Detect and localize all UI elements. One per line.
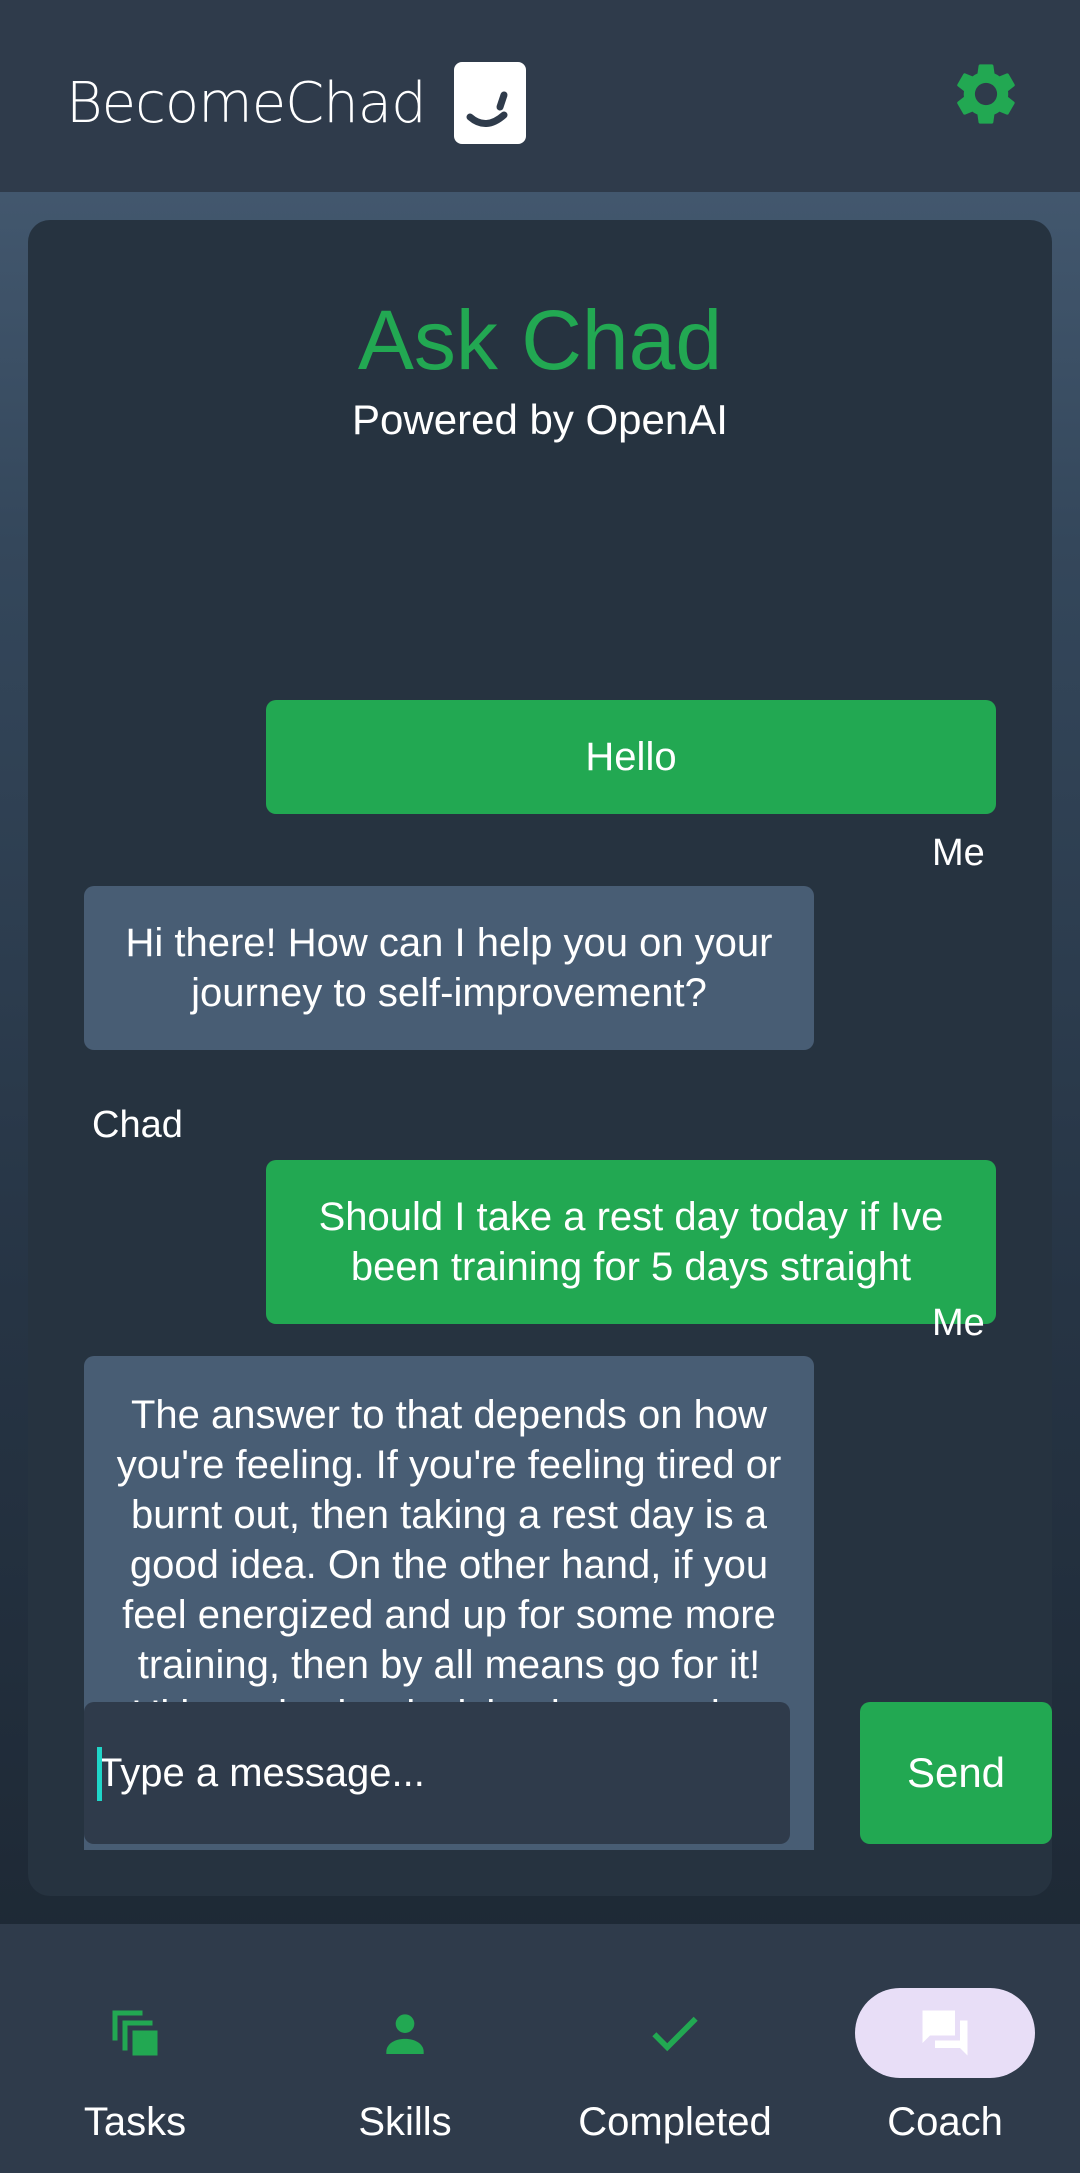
nav-label: Coach bbox=[887, 2100, 1003, 2144]
sender-label: Chad bbox=[92, 1104, 183, 1146]
brand: BecomeChad bbox=[66, 62, 526, 144]
nav-item-completed[interactable]: Completed bbox=[540, 1924, 810, 2173]
brand-name: BecomeChad bbox=[66, 70, 427, 136]
chat-subtitle: Powered by OpenAI bbox=[352, 396, 728, 443]
nav-item-tasks[interactable]: Tasks bbox=[0, 1924, 270, 2173]
message-list[interactable]: Hello Me Hi there! How can I help you on… bbox=[28, 480, 1052, 1850]
smile-logo-icon bbox=[453, 62, 526, 144]
tasks-icon bbox=[112, 2010, 158, 2056]
message-bubble: Hello bbox=[266, 700, 996, 814]
message-input[interactable] bbox=[84, 1702, 790, 1844]
sender-label: Me bbox=[932, 832, 985, 874]
chat-card: Ask Chad Powered by OpenAI Hello Me Hi t… bbox=[28, 220, 1052, 1896]
message-chad: Hi there! How can I help you on your jou… bbox=[84, 886, 814, 1050]
chat-title: Ask Chad bbox=[357, 293, 723, 387]
gear-icon bbox=[957, 64, 1015, 124]
text-caret bbox=[97, 1747, 102, 1801]
send-button[interactable]: Send bbox=[860, 1702, 1052, 1844]
settings-button[interactable] bbox=[946, 54, 1026, 134]
message-bubble: Hi there! How can I help you on your jou… bbox=[84, 886, 814, 1050]
person-icon bbox=[386, 2014, 424, 2054]
bottom-navigation: Tasks Skills Completed Coach bbox=[0, 1924, 1080, 2173]
message-bubble: Should I take a rest day today if Ive be… bbox=[266, 1160, 996, 1324]
nav-item-skills[interactable]: Skills bbox=[270, 1924, 540, 2173]
message-me: Hello bbox=[266, 700, 996, 814]
nav-label: Tasks bbox=[83, 2100, 187, 2144]
nav-label: Skills bbox=[358, 2100, 452, 2144]
chat-icon bbox=[922, 2010, 968, 2056]
check-icon bbox=[652, 2016, 698, 2052]
message-me: Should I take a rest day today if Ive be… bbox=[266, 1160, 996, 1324]
nav-label: Completed bbox=[578, 2100, 772, 2144]
nav-item-coach[interactable]: Coach bbox=[810, 1924, 1080, 2173]
sender-label: Me bbox=[932, 1302, 985, 1344]
app-header: BecomeChad bbox=[0, 0, 1080, 192]
message-composer: Send bbox=[84, 1702, 1052, 1844]
